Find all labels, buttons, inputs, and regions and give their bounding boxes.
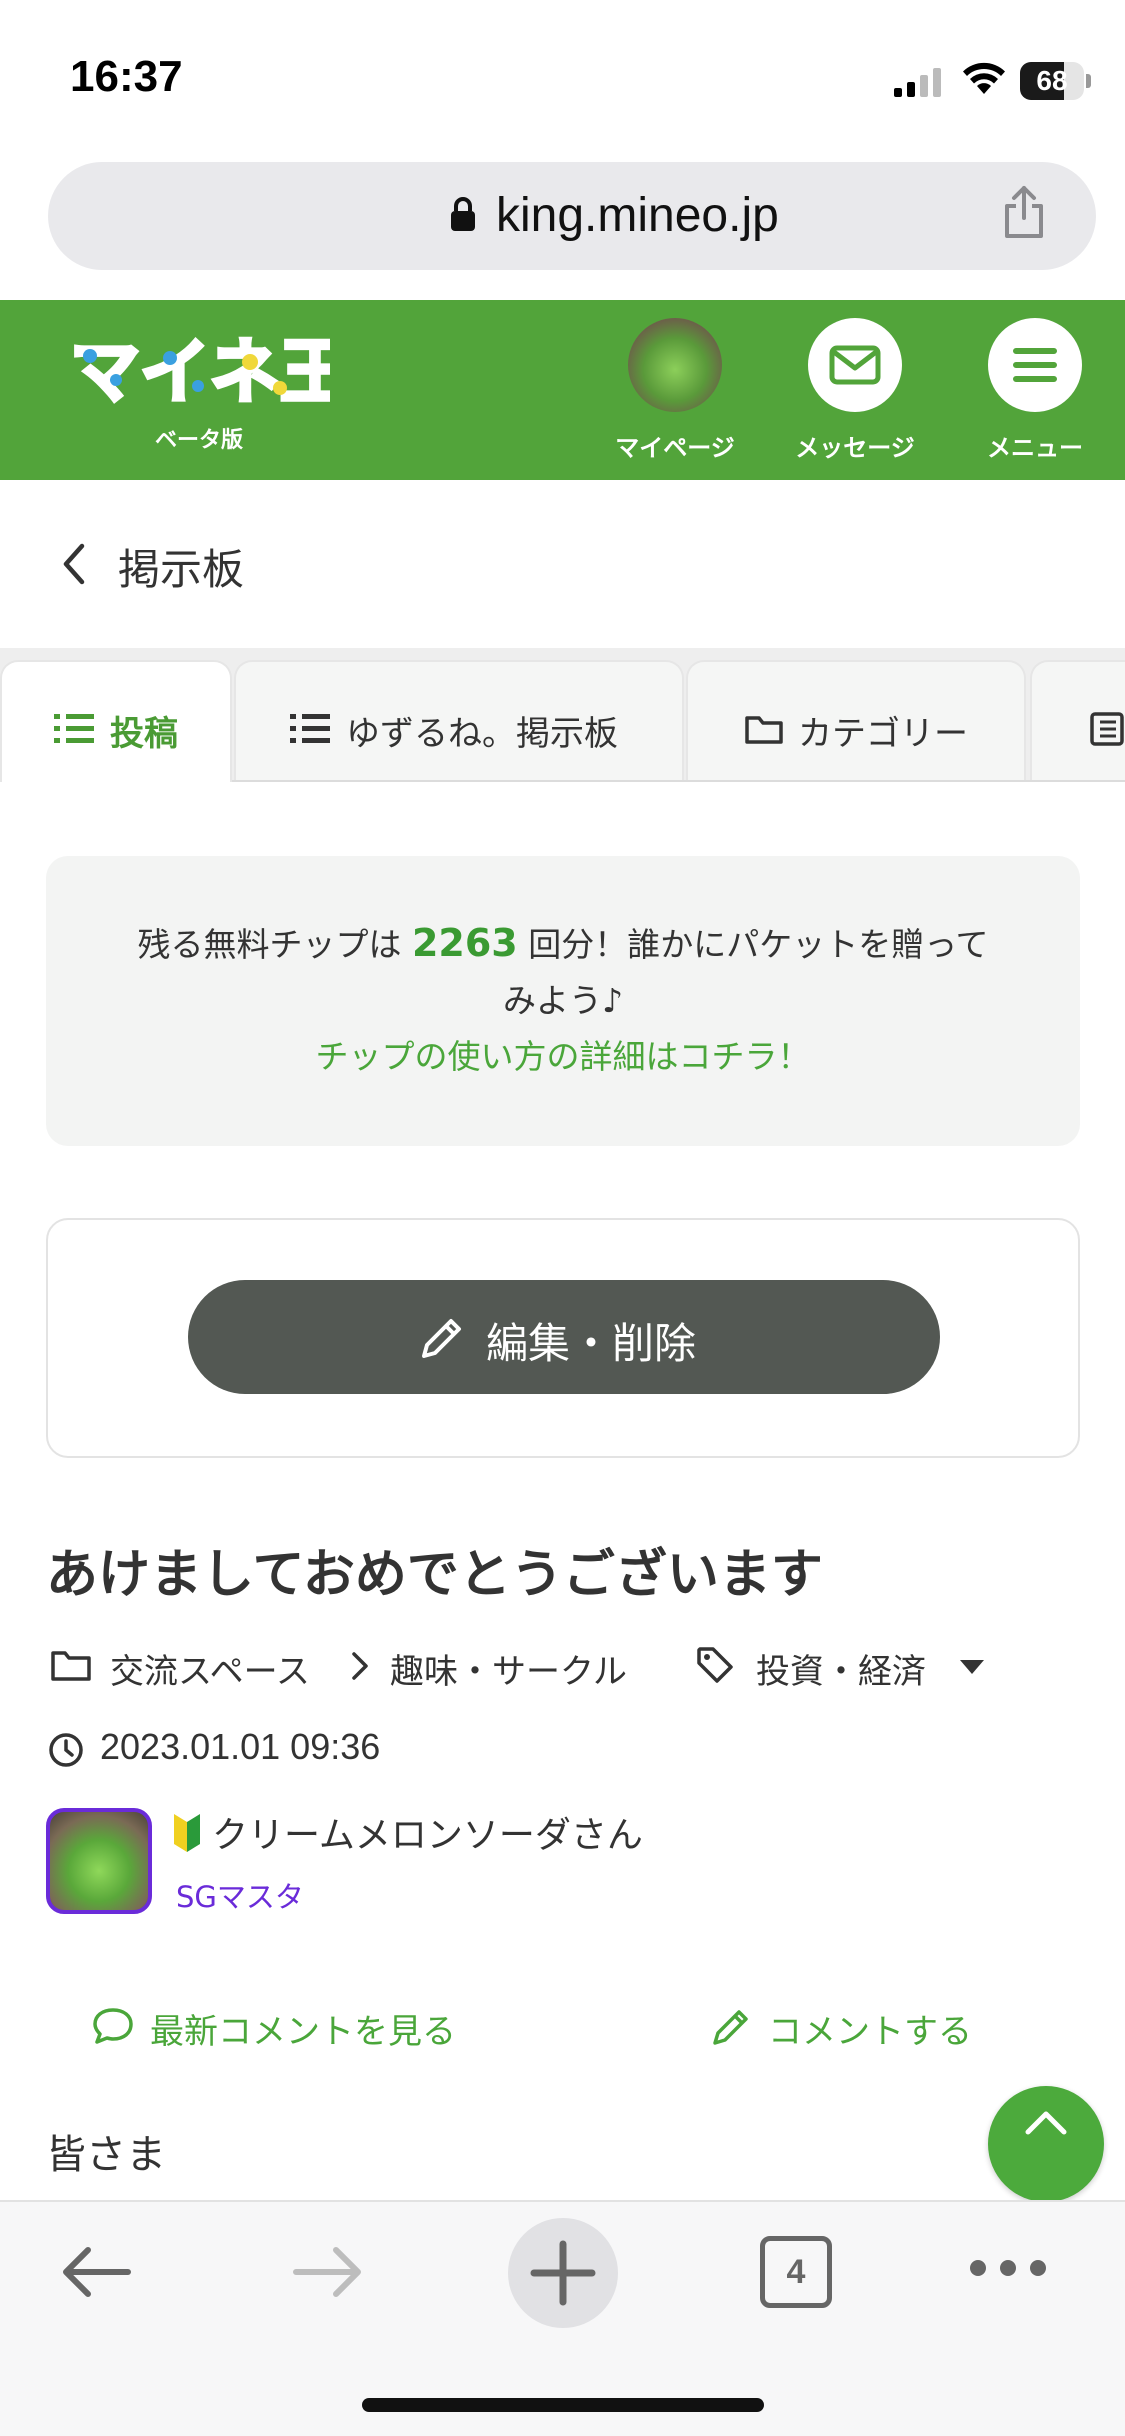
list-icon (290, 714, 330, 743)
pencil-icon (713, 2010, 748, 2045)
list-icon (54, 714, 94, 743)
view-latest-comments-label: 最新コメントを見る (150, 2012, 456, 2052)
tab-posts-label: 投稿 (110, 714, 178, 754)
post-body: 皆さま (46, 2132, 166, 2178)
chevron-up-icon (1025, 2111, 1067, 2135)
folder-icon (51, 1651, 91, 1681)
caret-down-icon[interactable] (960, 1660, 984, 1674)
wifi-icon (963, 62, 1005, 94)
post-title: あけましておめでとうございます (46, 1545, 823, 1605)
mypage-button[interactable]: マイページ (600, 318, 750, 468)
pencil-icon (422, 1319, 461, 1358)
edit-panel: 編集・削除 (46, 1218, 1080, 1458)
hamburger-icon (1013, 348, 1057, 382)
folder-icon (745, 716, 783, 744)
post-datetime: 2023.01.01 09:36 (100, 1726, 381, 1767)
home-indicator (362, 2398, 764, 2412)
url-text: king.mineo.jp (496, 189, 779, 242)
author-avatar[interactable] (46, 1808, 152, 1914)
tab-yuzurune-board[interactable]: ゆずるね。掲示板 (234, 660, 684, 782)
site-header: マイネ王 ベータ版 マイページ メッセージ メニュー (0, 300, 1125, 480)
author-rank: SGマスタ (176, 1880, 304, 1914)
logo-beta-label: ベータ版 (155, 428, 244, 453)
message-icon-circle (808, 318, 902, 412)
scroll-to-top-button[interactable] (988, 2086, 1104, 2202)
chip-help-link[interactable]: チップの使い方の詳細はコチラ！ (46, 1030, 1080, 1078)
category-child-link[interactable]: 趣味・サークル (390, 1644, 627, 1693)
back-navigation[interactable]: 掲示板 (0, 480, 1125, 648)
free-chip-notice: 残る無料チップは 2263 回分！誰かにパケットを贈って みよう♪ チップの使い… (46, 856, 1080, 1146)
category-parent-link[interactable]: 交流スペース (110, 1644, 310, 1693)
user-avatar-small (628, 318, 722, 412)
write-comment-label: コメントする (768, 2012, 972, 2052)
clock-icon (49, 1733, 83, 1767)
book-icon (1090, 712, 1124, 746)
lock-icon (451, 197, 475, 231)
envelope-icon (829, 345, 881, 385)
post-category-breadcrumb: 交流スペース 趣味・サークル 投資・経済 (46, 1640, 1096, 1693)
tab-yuzurune-label: ゆずるね。掲示板 (346, 714, 618, 754)
status-time: 16:37 (70, 52, 183, 101)
menu-icon-circle (988, 318, 1082, 412)
beginner-mark-icon (174, 1814, 200, 1852)
tag-icon (697, 1647, 733, 1683)
forward-arrow-icon[interactable] (290, 2242, 366, 2302)
speech-bubble-icon (93, 2008, 133, 2044)
back-arrow-icon[interactable] (58, 2242, 134, 2302)
author-name[interactable]: クリームメロンソーダさん (212, 1806, 643, 1858)
tab-category-label: カテゴリー (798, 714, 968, 754)
chip-count: 2263 (411, 921, 518, 965)
tabs-button[interactable]: 4 (760, 2236, 832, 2308)
tab-category[interactable]: カテゴリー (686, 660, 1026, 782)
more-options-icon[interactable] (966, 2256, 1050, 2280)
tab-posts[interactable]: 投稿 (0, 660, 232, 782)
tab-divider (232, 780, 1125, 782)
chip-line-2: みよう♪ (502, 981, 624, 1020)
new-tab-button[interactable] (508, 2218, 618, 2328)
edit-delete-button[interactable]: 編集・削除 (188, 1280, 940, 1394)
menu-label: メニュー (987, 434, 1083, 462)
address-bar[interactable]: king.mineo.jp (48, 162, 1096, 270)
share-icon[interactable] (1002, 184, 1046, 240)
status-bar: 16:37 68 (0, 0, 1125, 150)
chevron-left-icon (63, 543, 85, 585)
cellular-signal-icon (894, 68, 941, 97)
logo-text: マイネ王 (70, 331, 330, 413)
chip-line-1: 残る無料チップは 2263 回分！誰かにパケットを贈って (137, 921, 989, 965)
tab-more[interactable] (1030, 660, 1125, 782)
battery-percent: 68 (1036, 65, 1068, 96)
message-button[interactable]: メッセージ (780, 318, 930, 468)
page-title: 掲示板 (118, 545, 245, 594)
edit-delete-label: 編集・削除 (486, 1319, 697, 1368)
plus-icon (530, 2240, 596, 2306)
site-logo[interactable]: マイネ王 (70, 328, 330, 418)
mypage-label: マイページ (615, 434, 735, 462)
battery-icon: 68 (1020, 62, 1091, 102)
menu-button[interactable]: メニュー (960, 318, 1110, 468)
tag-link[interactable]: 投資・経済 (756, 1644, 926, 1693)
message-label: メッセージ (795, 434, 915, 462)
chevron-right-icon (352, 1652, 368, 1680)
